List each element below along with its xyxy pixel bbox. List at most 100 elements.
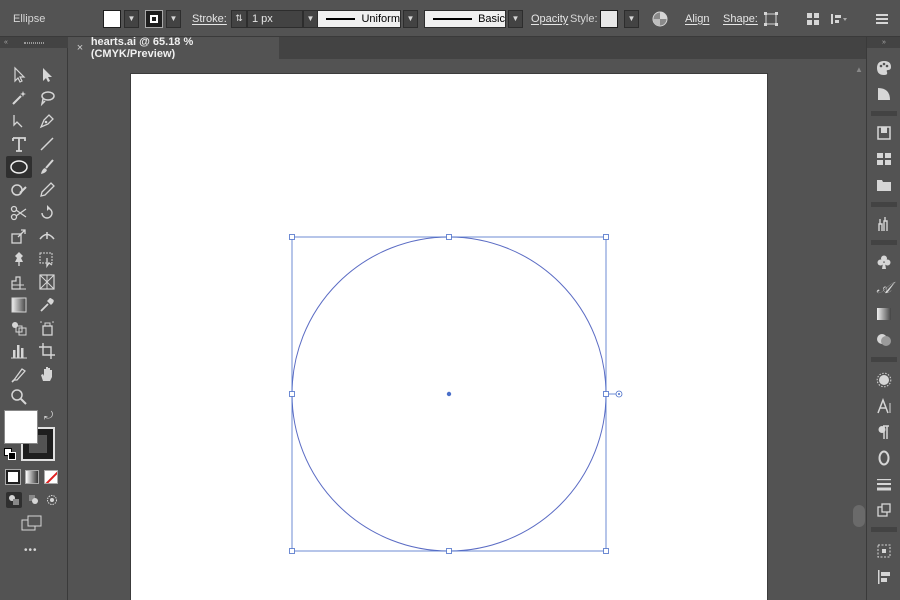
stroke-weight-stepper[interactable]: ⇅ <box>231 9 247 28</box>
arrange-documents-button[interactable] <box>806 0 820 37</box>
document-tab[interactable]: × hearts.ai @ 65.18 % (CMYK/Preview) <box>69 36 279 60</box>
canvas[interactable] <box>69 59 866 600</box>
type-tool[interactable] <box>6 133 32 155</box>
rotate-tool[interactable] <box>34 202 60 224</box>
brush-dropdown[interactable]: ▼ <box>508 9 523 28</box>
align-link[interactable]: Align <box>685 13 709 25</box>
close-tab-icon[interactable]: × <box>69 42 91 54</box>
perspective-grid-tool[interactable] <box>34 271 60 293</box>
vertical-scrollbar[interactable]: ▲ <box>852 59 866 600</box>
brushes-button[interactable] <box>875 215 893 233</box>
cc-libraries-button[interactable] <box>875 176 893 194</box>
transparency-button[interactable] <box>875 331 893 349</box>
handle-bottom-right[interactable] <box>603 548 609 554</box>
stroke-panel-link[interactable]: Stroke: <box>192 13 227 25</box>
shape-link[interactable]: Shape: <box>723 13 758 25</box>
graphic-styles-button[interactable]: 𝒜 <box>875 278 893 297</box>
magic-wand-tool[interactable] <box>6 87 32 109</box>
lasso-tool[interactable] <box>34 87 60 109</box>
scroll-up-icon[interactable]: ▲ <box>852 65 866 74</box>
selection-tool[interactable] <box>6 64 32 86</box>
opentype-button[interactable] <box>875 449 893 467</box>
shape-builder-tool[interactable] <box>6 271 32 293</box>
selected-ellipse-group[interactable] <box>69 59 866 600</box>
brush-definition[interactable]: Basic <box>424 9 506 28</box>
gradient-tool[interactable] <box>6 294 32 316</box>
handle-top-left[interactable] <box>289 234 295 240</box>
none-mode-button[interactable] <box>44 470 58 484</box>
color-guide-button[interactable] <box>875 85 893 103</box>
blend-tool[interactable] <box>6 317 32 339</box>
chevron-down-icon: ▼ <box>406 14 415 23</box>
transform-button[interactable] <box>763 0 779 37</box>
profile-dropdown[interactable]: ▼ <box>403 9 418 28</box>
symbols-button[interactable] <box>875 253 893 271</box>
opacity-link[interactable]: Opacity <box>531 13 568 25</box>
swatches-button[interactable] <box>875 150 893 168</box>
default-colors-icon[interactable] <box>4 448 16 460</box>
variable-width-profile[interactable]: Uniform <box>317 9 401 28</box>
style-dropdown[interactable]: ▼ <box>624 9 639 28</box>
recolor-artwork-button[interactable] <box>651 0 669 37</box>
pencil-tool[interactable] <box>34 179 60 201</box>
appearance-button[interactable] <box>875 371 893 389</box>
eyedropper-tool[interactable] <box>34 294 60 316</box>
align-panel-button[interactable] <box>875 542 893 560</box>
symbol-sprayer-tool[interactable] <box>34 317 60 339</box>
line-segment-tool[interactable] <box>34 133 60 155</box>
stroke-dropdown[interactable]: ▼ <box>166 9 181 28</box>
stroke-weight-field[interactable]: 1 px <box>247 9 303 28</box>
scissors-tool[interactable] <box>6 202 32 224</box>
edit-toolbar-button[interactable]: ••• <box>24 545 38 556</box>
stroke-weight-dropdown[interactable]: ▼ <box>303 9 318 28</box>
stroke-swatch[interactable] <box>145 9 163 28</box>
color-mode-button[interactable] <box>5 469 21 485</box>
distribute-button[interactable] <box>830 0 848 37</box>
graphic-style-swatch[interactable] <box>600 9 618 28</box>
screen-mode-button[interactable] <box>21 515 43 531</box>
handle-bottom-left[interactable] <box>289 548 295 554</box>
libraries-button[interactable] <box>875 124 893 142</box>
hand-tool[interactable] <box>34 363 60 385</box>
anchor-point-tool[interactable] <box>6 110 32 132</box>
character-button[interactable] <box>875 397 893 415</box>
handle-top-center[interactable] <box>446 234 452 240</box>
paragraph-button[interactable] <box>875 423 893 441</box>
paintbrush-tool[interactable] <box>34 156 60 178</box>
transform-panel-button[interactable] <box>875 501 893 519</box>
draw-normal-button[interactable] <box>6 492 22 508</box>
swap-fill-stroke-icon[interactable]: ⤾ <box>44 410 53 423</box>
zoom-tool[interactable] <box>6 386 32 408</box>
fill-dropdown[interactable]: ▼ <box>124 9 139 28</box>
handle-middle-right[interactable] <box>603 391 609 397</box>
ellipse-icon <box>10 160 28 174</box>
scroll-thumb[interactable] <box>853 505 865 527</box>
fill-swatch[interactable] <box>103 9 121 28</box>
panel-dock-grip[interactable]: » <box>867 37 900 48</box>
fill-color-box[interactable] <box>4 410 38 444</box>
gradient-mode-button[interactable] <box>25 470 39 484</box>
width-tool[interactable] <box>34 225 60 247</box>
slice-tool[interactable] <box>6 363 32 385</box>
column-graph-tool[interactable] <box>6 340 32 362</box>
handle-middle-left[interactable] <box>289 391 295 397</box>
tools-panel-grip[interactable]: « <box>0 37 68 48</box>
pathfinder-button[interactable] <box>875 568 893 586</box>
scale-tool[interactable] <box>6 225 32 247</box>
puppet-warp-tool[interactable] <box>6 248 32 270</box>
panel-menu-button[interactable] <box>875 0 889 37</box>
draw-behind-button[interactable] <box>26 492 42 508</box>
type-t-icon <box>12 137 26 152</box>
pen-tool[interactable] <box>34 110 60 132</box>
shaper-tool[interactable] <box>6 179 32 201</box>
direct-selection-tool[interactable] <box>34 64 60 86</box>
handle-bottom-center[interactable] <box>446 548 452 554</box>
artboard-tool[interactable] <box>34 340 60 362</box>
free-transform-tool[interactable] <box>34 248 60 270</box>
stroke-panel-button[interactable] <box>875 475 893 493</box>
handle-top-right[interactable] <box>603 234 609 240</box>
draw-inside-button[interactable] <box>44 492 60 508</box>
gradient-panel-button[interactable] <box>875 305 893 323</box>
color-panel-button[interactable] <box>875 59 893 77</box>
ellipse-tool[interactable] <box>6 156 32 178</box>
